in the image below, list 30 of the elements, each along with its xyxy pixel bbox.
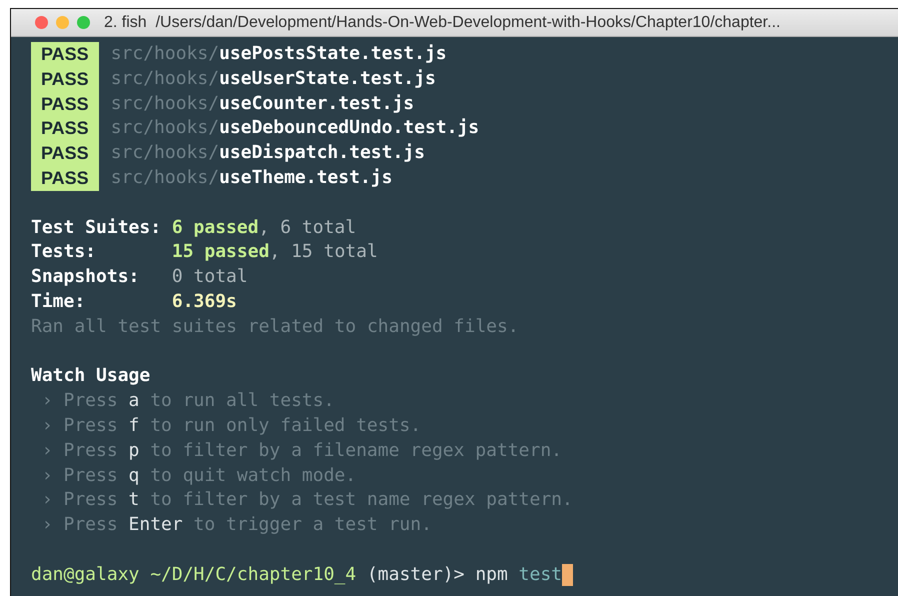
pass-badge: PASS <box>31 66 99 92</box>
test-file-path: src/hooks/useCounter.test.js <box>110 92 414 116</box>
close-button[interactable] <box>35 16 48 29</box>
test-file-path: src/hooks/useTheme.test.js <box>110 166 392 190</box>
cursor <box>562 564 574 586</box>
watch-usage-item: › Press p to filter by a filename regex pattern. <box>40 438 562 463</box>
summary-line: Snapshots: 0 total <box>31 265 248 290</box>
zoom-button[interactable] <box>77 16 90 29</box>
test-file-path: src/hooks/useUserState.test.js <box>110 66 436 91</box>
summary-note: Ran all test suites related to changed files. <box>31 314 519 339</box>
watch-usage-item: › Press q to quit watch mode. <box>40 464 356 488</box>
minimize-button[interactable] <box>56 16 69 29</box>
watch-usage-item: › Press Enter to trigger a test run. <box>40 513 432 538</box>
shell-prompt: dan@galaxy ~/D/H/C/chapter10_4 (master)> npm test <box>31 562 562 587</box>
pass-badge: PASS <box>31 42 99 67</box>
watch-usage-item: › Press a to run all tests. <box>40 389 334 414</box>
test-file-path: src/hooks/useDebouncedUndo.test.js <box>110 116 480 140</box>
pass-badge: PASS <box>31 116 99 142</box>
window-title: 2. fish /Users/dan/Development/Hands-On-Web-Development-with-Hooks/Chapter10/chapter... <box>104 14 780 32</box>
summary-line: Tests: 15 passed, 15 total <box>31 240 378 264</box>
summary-line: Time: 6.369s <box>31 290 237 314</box>
test-file-path: src/hooks/useDispatch.test.js <box>110 141 425 166</box>
watch-usage-heading: Watch Usage <box>31 364 150 388</box>
watch-usage-item: › Press f to run only failed tests. <box>40 414 422 438</box>
summary-line: Test Suites: 6 passed, 6 total <box>31 216 356 240</box>
pass-badge: PASS <box>31 166 99 191</box>
watch-usage-item: › Press t to filter by a test name regex pattern. <box>40 488 573 512</box>
test-file-path: src/hooks/usePostsState.test.js <box>110 42 447 66</box>
pass-badge: PASS <box>31 141 99 166</box>
pass-badge: PASS <box>31 92 99 116</box>
